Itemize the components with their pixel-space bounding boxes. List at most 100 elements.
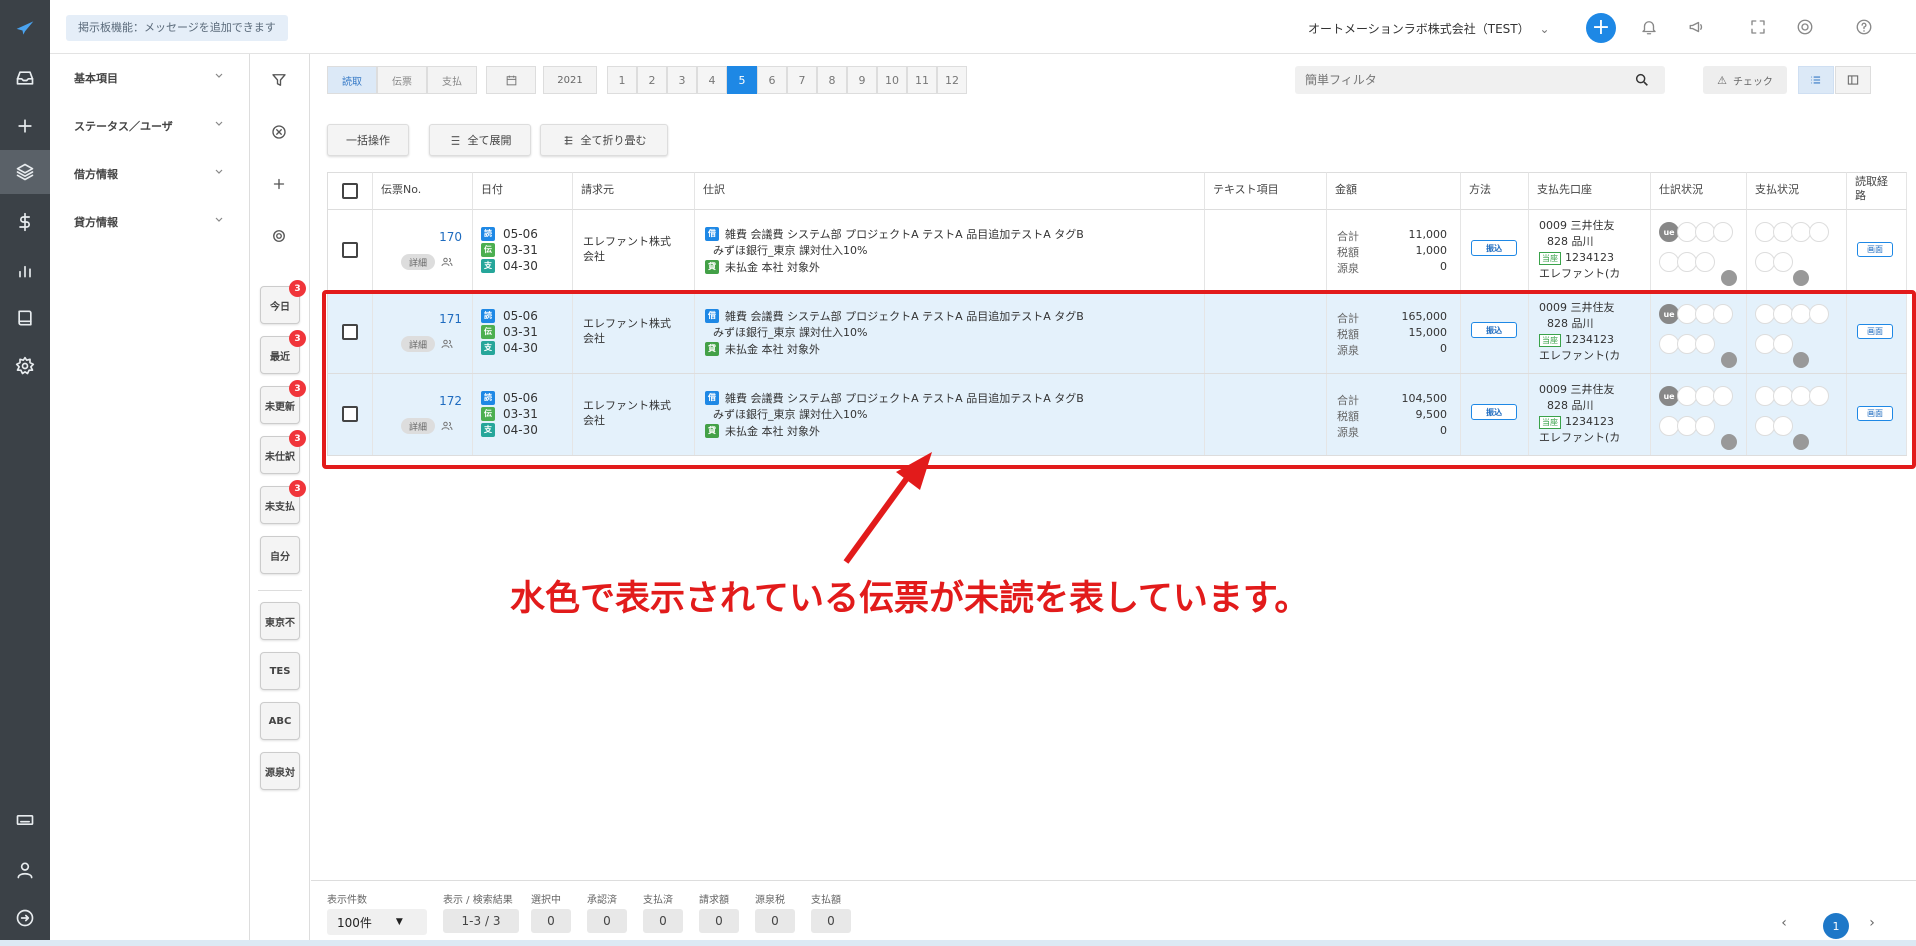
- table-row[interactable]: 171 詳細読 05-06 伝 03-31 支 04-30 エレファント株式会社借雑費 会議費…: [327, 292, 1907, 374]
- month-button[interactable]: 10: [877, 66, 907, 94]
- payment-method-badge[interactable]: 振込: [1471, 322, 1517, 338]
- clear-filter-icon[interactable]: [267, 120, 291, 144]
- split-view-button[interactable]: [1835, 66, 1871, 94]
- quick-filter-recent[interactable]: 最近 3: [260, 330, 306, 374]
- previous-page-button[interactable]: ‹: [1774, 913, 1794, 933]
- tag-filter-button[interactable]: ABC: [260, 702, 300, 740]
- megaphone-icon[interactable]: [1686, 16, 1708, 38]
- table-row[interactable]: 170 詳細読 05-06 伝 03-31 支 04-30 エレファント株式会社借雑費 会議費…: [327, 210, 1907, 292]
- column-header[interactable]: 読取経路: [1847, 172, 1907, 210]
- voucher-number[interactable]: 172: [439, 394, 462, 408]
- row-checkbox[interactable]: [342, 242, 358, 258]
- search-icon[interactable]: [1634, 72, 1650, 88]
- quick-filter-input[interactable]: [1295, 66, 1665, 94]
- filter-basic[interactable]: 基本項目: [50, 54, 250, 102]
- per-page-select[interactable]: 100件 ▼: [327, 909, 427, 935]
- payment-icon[interactable]: [0, 200, 50, 244]
- filter-credit[interactable]: 貸方情報: [50, 198, 250, 246]
- board-message[interactable]: 掲示板機能：メッセージを追加できます: [66, 15, 288, 41]
- page-button[interactable]: 1: [1823, 913, 1849, 939]
- tag-filter-button[interactable]: TES: [260, 652, 300, 690]
- gear-icon[interactable]: [267, 224, 291, 248]
- filter-icon[interactable]: [267, 68, 291, 92]
- read-route-badge[interactable]: 画面: [1857, 242, 1893, 257]
- quick-filter-not-updated[interactable]: 未更新 3: [260, 380, 306, 424]
- expand-all-button[interactable]: 全て展開: [429, 124, 531, 156]
- tag-filter-button[interactable]: 源泉対: [260, 752, 300, 790]
- check-button[interactable]: ⚠ チェック: [1703, 66, 1787, 94]
- month-button[interactable]: 6: [757, 66, 787, 94]
- support-icon[interactable]: [1794, 16, 1816, 38]
- column-header[interactable]: 方法: [1461, 172, 1529, 210]
- month-button[interactable]: 2: [637, 66, 667, 94]
- tab-voucher[interactable]: 伝票: [377, 66, 427, 94]
- settings-icon[interactable]: [0, 344, 50, 388]
- quick-filter-not-journalized[interactable]: 未仕訳 3: [260, 430, 306, 474]
- add-filter-icon[interactable]: [267, 172, 291, 196]
- month-button[interactable]: 7: [787, 66, 817, 94]
- month-button[interactable]: 12: [937, 66, 967, 94]
- help-icon[interactable]: [1853, 16, 1875, 38]
- month-button[interactable]: 5: [727, 66, 757, 94]
- row-checkbox[interactable]: [342, 406, 358, 422]
- list-view-button[interactable]: [1798, 66, 1834, 94]
- fullscreen-icon[interactable]: [1747, 16, 1769, 38]
- payment-method-badge[interactable]: 振込: [1471, 404, 1517, 420]
- add-icon[interactable]: [0, 104, 50, 148]
- calendar-button[interactable]: [486, 66, 536, 94]
- column-header[interactable]: 支払状況: [1747, 172, 1847, 210]
- column-header[interactable]: 金額: [1327, 172, 1461, 210]
- keyboard-icon[interactable]: [0, 798, 50, 842]
- logo-icon[interactable]: [0, 6, 50, 50]
- date-type-badge: 伝: [481, 324, 495, 339]
- column-header[interactable]: 日付: [473, 172, 573, 210]
- tab-payment[interactable]: 支払: [427, 66, 477, 94]
- table-row[interactable]: 172 詳細読 05-06 伝 03-31 支 04-30 エレファント株式会社借雑費 会議費…: [327, 374, 1907, 456]
- payment-method-badge[interactable]: 振込: [1471, 240, 1517, 256]
- select-all-checkbox[interactable]: [342, 183, 358, 199]
- users-icon[interactable]: [441, 420, 453, 432]
- column-header[interactable]: 仕訳状況: [1651, 172, 1747, 210]
- detail-button[interactable]: 詳細: [401, 418, 435, 434]
- bulk-action-button[interactable]: 一括操作: [327, 124, 409, 156]
- inbox-icon[interactable]: [0, 56, 50, 100]
- voucher-number[interactable]: 170: [439, 230, 462, 244]
- quick-filter-mine[interactable]: 自分: [260, 536, 300, 574]
- filter-status-user[interactable]: ステータス／ユーザ: [50, 102, 250, 150]
- users-icon[interactable]: [441, 256, 453, 268]
- month-button[interactable]: 4: [697, 66, 727, 94]
- column-header[interactable]: 仕訳: [695, 172, 1205, 210]
- month-button[interactable]: 11: [907, 66, 937, 94]
- bell-icon[interactable]: [1638, 16, 1660, 38]
- users-icon[interactable]: [441, 338, 453, 350]
- detail-button[interactable]: 詳細: [401, 336, 435, 352]
- create-button[interactable]: +: [1586, 13, 1616, 43]
- read-route-badge[interactable]: 画面: [1857, 324, 1893, 339]
- month-button[interactable]: 1: [607, 66, 637, 94]
- next-page-button[interactable]: ›: [1862, 913, 1882, 933]
- company-selector[interactable]: オートメーションラボ株式会社（TEST） ⌄: [1308, 20, 1550, 37]
- row-checkbox[interactable]: [342, 324, 358, 340]
- detail-button[interactable]: 詳細: [401, 254, 435, 270]
- tab-read[interactable]: 読取: [327, 66, 377, 94]
- column-header[interactable]: 支払先口座: [1529, 172, 1651, 210]
- column-header[interactable]: 請求元: [573, 172, 695, 210]
- book-icon[interactable]: [0, 296, 50, 340]
- tag-filter-button[interactable]: 東京不: [260, 602, 300, 640]
- column-header[interactable]: テキスト項目: [1205, 172, 1327, 210]
- logout-icon[interactable]: [0, 896, 50, 940]
- month-button[interactable]: 3: [667, 66, 697, 94]
- voucher-number[interactable]: 171: [439, 312, 462, 326]
- month-button[interactable]: 8: [817, 66, 847, 94]
- layers-icon[interactable]: [0, 150, 50, 194]
- quick-filter-today[interactable]: 今日 3: [260, 280, 306, 324]
- month-button[interactable]: 9: [847, 66, 877, 94]
- column-header[interactable]: 伝票No.: [373, 172, 473, 210]
- user-icon[interactable]: [0, 848, 50, 892]
- quick-filter-unpaid[interactable]: 未支払 3: [260, 480, 306, 524]
- year-selector[interactable]: 2021: [543, 66, 597, 94]
- chart-icon[interactable]: [0, 248, 50, 292]
- collapse-all-button[interactable]: 全て折り畳む: [540, 124, 668, 156]
- read-route-badge[interactable]: 画面: [1857, 406, 1893, 421]
- filter-debit[interactable]: 借方情報: [50, 150, 250, 198]
